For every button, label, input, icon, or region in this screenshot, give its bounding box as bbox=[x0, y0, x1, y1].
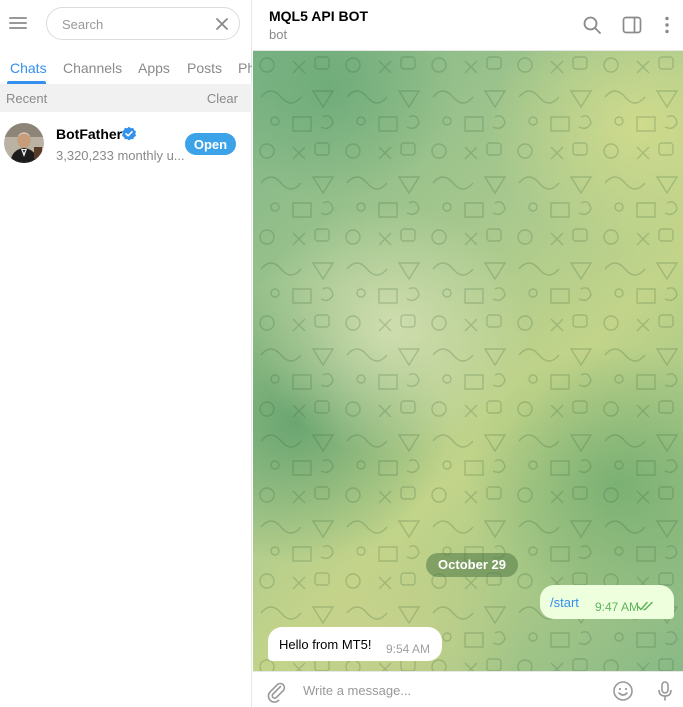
folder-tabs: Chats Channels Apps Posts Ph bbox=[0, 48, 252, 84]
date-separator: October 29 bbox=[426, 553, 518, 577]
search-input[interactable] bbox=[62, 15, 212, 33]
conversation-panel: MQL5 API BOT bot October 29 /start 9:47 … bbox=[253, 0, 683, 707]
emoji-icon[interactable] bbox=[611, 679, 635, 703]
avatar bbox=[4, 123, 44, 163]
chat-item-botfather[interactable]: BotFather 3,320,233 monthly u... Open bbox=[0, 112, 252, 176]
chat-title[interactable]: MQL5 API BOT bbox=[269, 8, 368, 24]
tab-apps[interactable]: Apps bbox=[138, 60, 170, 76]
bot-command-link[interactable]: /start bbox=[550, 595, 579, 610]
tab-posts[interactable]: Posts bbox=[187, 60, 222, 76]
chat-status: bot bbox=[269, 27, 288, 42]
chat-subtitle: 3,320,233 monthly u... bbox=[56, 148, 185, 163]
message-composer bbox=[253, 671, 683, 707]
open-button[interactable]: Open bbox=[185, 133, 236, 155]
recent-label: Recent bbox=[6, 91, 48, 106]
menu-icon[interactable] bbox=[7, 12, 31, 36]
chat-background: October 29 /start 9:47 AM Hello from MT5… bbox=[253, 51, 683, 671]
message-time: 9:54 AM bbox=[386, 642, 431, 656]
verified-icon bbox=[122, 126, 136, 141]
tab-channels[interactable]: Channels bbox=[63, 60, 122, 76]
close-icon[interactable] bbox=[213, 15, 231, 33]
search-icon[interactable] bbox=[580, 13, 604, 37]
message-outgoing[interactable]: /start 9:47 AM bbox=[540, 585, 674, 619]
sidebar-topbar bbox=[0, 0, 252, 48]
sidebar-toggle-icon[interactable] bbox=[620, 13, 644, 37]
chat-list-panel: Chats Channels Apps Posts Ph Recent Clea… bbox=[0, 0, 252, 707]
wallpaper-pattern bbox=[253, 51, 683, 671]
search-box[interactable] bbox=[46, 7, 240, 40]
message-text: Hello from MT5! bbox=[279, 637, 372, 652]
chat-name: BotFather bbox=[56, 126, 123, 142]
message-incoming[interactable]: Hello from MT5! 9:54 AM bbox=[268, 627, 442, 661]
clear-button[interactable]: Clear bbox=[207, 91, 238, 106]
recent-section-header: Recent Clear bbox=[0, 84, 252, 112]
message-input[interactable] bbox=[303, 681, 603, 699]
more-vertical-icon[interactable] bbox=[655, 13, 679, 37]
message-time: 9:47 AM bbox=[595, 600, 640, 614]
double-check-icon bbox=[637, 601, 653, 611]
microphone-icon[interactable] bbox=[653, 679, 677, 703]
tab-phone[interactable]: Ph bbox=[238, 60, 252, 76]
tab-chats[interactable]: Chats bbox=[10, 60, 47, 76]
chat-header[interactable]: MQL5 API BOT bot bbox=[253, 0, 683, 51]
paperclip-icon[interactable] bbox=[264, 679, 288, 703]
